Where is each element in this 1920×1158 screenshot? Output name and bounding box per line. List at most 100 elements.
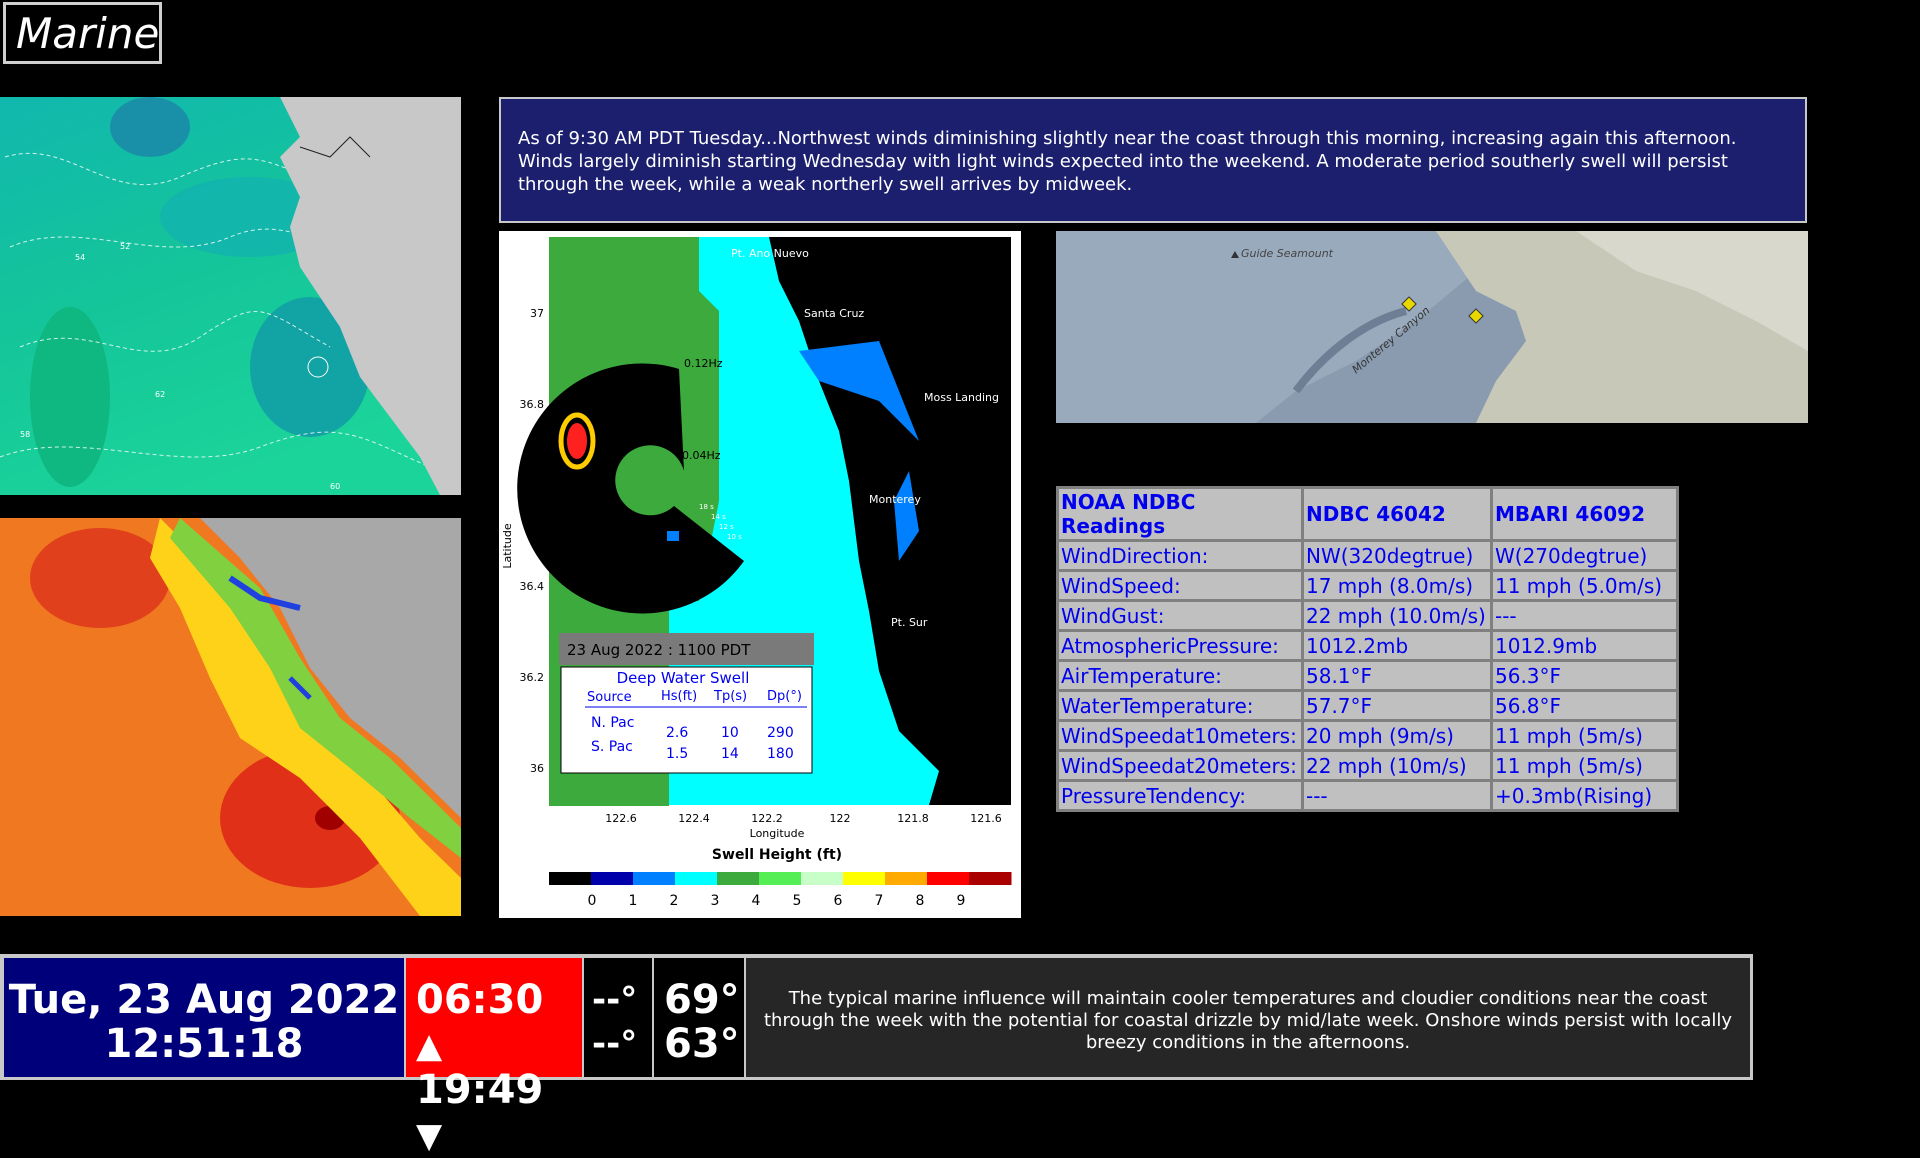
swell-col-header: Hs(ft) xyxy=(661,689,697,704)
table-cell: 56.3°F xyxy=(1493,662,1676,689)
colorbar-swatch xyxy=(801,872,844,885)
table-row: PressureTendency: --- +0.3mb(Rising) xyxy=(1059,782,1676,809)
table-cell: PressureTendency: xyxy=(1059,782,1301,809)
table-cell: 58.1°F xyxy=(1304,662,1490,689)
colorbar-swatch xyxy=(633,872,676,885)
table-cell: WindGust: xyxy=(1059,602,1301,629)
table-cell: AirTemperature: xyxy=(1059,662,1301,689)
monterey-bay-map: Guide Seamount Monterey Canyon xyxy=(1056,231,1808,423)
table-row: WindSpeed: 17 mph (8.0m/s) 11 mph (5.0m/… xyxy=(1059,572,1676,599)
table-cell: AtmosphericPressure: xyxy=(1059,632,1301,659)
swell-hs: 1.5 xyxy=(666,746,688,762)
colorbar-swatch xyxy=(927,872,970,885)
colorbar-swatch xyxy=(675,872,718,885)
place-label: Santa Cruz xyxy=(804,307,864,320)
table-row: WindDirection: NW(320degtrue) W(270degtr… xyxy=(1059,542,1676,569)
swell-hs: 2.6 xyxy=(666,725,688,741)
period-label: 18 s xyxy=(699,503,714,511)
table-cell: 56.8°F xyxy=(1493,692,1676,719)
sunset-time: 19:49 xyxy=(416,1067,544,1113)
lon-tick: 122 xyxy=(830,812,851,825)
current-time: 12:51:18 xyxy=(104,1021,304,1067)
swell-source: S. Pac xyxy=(591,739,633,755)
dewpoint-low: --° xyxy=(592,1024,638,1064)
table-cell: 57.7°F xyxy=(1304,692,1490,719)
table-cell: W(270degtrue) xyxy=(1493,542,1676,569)
colorbar-label: 0 xyxy=(588,893,597,909)
sst-contour-label: 62 xyxy=(155,390,165,399)
place-label: Pt. Ano Nuevo xyxy=(731,247,809,260)
table-cell: WindSpeedat10meters: xyxy=(1059,722,1301,749)
lon-tick: 121.8 xyxy=(897,812,929,825)
table-cell: 1012.2mb xyxy=(1304,632,1490,659)
table-cell: --- xyxy=(1493,602,1676,629)
lat-tick: 36.2 xyxy=(520,671,545,684)
discussion-text: As of 9:30 AM PDT Tuesday...Northwest wi… xyxy=(518,128,1737,195)
table-cell: WindDirection: xyxy=(1059,542,1301,569)
swell-source: N. Pac xyxy=(591,715,634,731)
colorbar-swatch xyxy=(549,872,592,885)
sst-contour-label: 58 xyxy=(20,430,30,439)
table-cell: --- xyxy=(1304,782,1490,809)
map-label: Guide Seamount xyxy=(1241,247,1334,260)
colorbar-swatch xyxy=(885,872,928,885)
table-cell: 22 mph (10.0m/s) xyxy=(1304,602,1490,629)
table-cell: WaterTemperature: xyxy=(1059,692,1301,719)
place-label: Pt. Sur xyxy=(891,616,928,629)
swell-chart: 0.12Hz 0.04Hz 18 s 14 s 12 s 10 s Pt. An… xyxy=(499,231,1021,918)
freq-label: 0.04Hz xyxy=(682,449,721,462)
table-row: WindSpeedat10meters: 20 mph (9m/s) 11 mp… xyxy=(1059,722,1676,749)
colorbar-swatch xyxy=(591,872,634,885)
temperature-low: 63° xyxy=(664,1021,740,1067)
lon-tick: 122.6 xyxy=(605,812,637,825)
table-cell: +0.3mb(Rising) xyxy=(1493,782,1676,809)
table-row: AirTemperature: 58.1°F 56.3°F xyxy=(1059,662,1676,689)
date-time-panel: Tue, 23 Aug 2022 12:51:18 xyxy=(4,958,404,1077)
table-cell: 20 mph (9m/s) xyxy=(1304,722,1490,749)
forecast-text: The typical marine influence will mainta… xyxy=(763,988,1733,1053)
swell-dp: 180 xyxy=(767,746,794,762)
lon-tick: 122.4 xyxy=(678,812,710,825)
temperature-high: 69° xyxy=(664,977,740,1023)
colorbar-label: 1 xyxy=(629,893,638,909)
swell-col-header: Dp(°) xyxy=(767,689,802,704)
lat-tick: 36.8 xyxy=(520,398,545,411)
swell-tp: 14 xyxy=(721,746,739,762)
footer-bar: Tue, 23 Aug 2022 12:51:18 06:30 ▲ 19:49 … xyxy=(0,954,1753,1156)
place-label: Moss Landing xyxy=(924,391,999,404)
forecast-summary: The typical marine influence will mainta… xyxy=(746,958,1750,1077)
page-title: Marine xyxy=(3,2,162,64)
sunrise-time: 06:30 xyxy=(416,977,544,1023)
x-axis-label: Longitude xyxy=(750,827,805,840)
table-cell: WindSpeedat20meters: xyxy=(1059,752,1301,779)
period-label: 12 s xyxy=(719,523,734,531)
lon-tick: 122.2 xyxy=(751,812,783,825)
freq-label: 0.12Hz xyxy=(684,357,723,370)
colorbar-swatch xyxy=(717,872,760,885)
lon-tick: 121.6 xyxy=(970,812,1002,825)
temperature-panel: 69° 63° xyxy=(654,958,744,1077)
table-row: WindGust: 22 mph (10.0m/s) --- xyxy=(1059,602,1676,629)
colorbar-swatch xyxy=(759,872,802,885)
colorbar-label: 8 xyxy=(916,893,925,909)
sst-contour-label: 54 xyxy=(75,253,85,262)
lat-tick: 36.6 xyxy=(520,489,545,502)
swell-col-header: Tp(s) xyxy=(713,689,747,704)
sea-temperature-map: 54 52 62 58 60 xyxy=(0,97,461,495)
table-row: WindSpeedat20meters: 22 mph (10m/s) 11 m… xyxy=(1059,752,1676,779)
colorbar-title: Swell Height (ft) xyxy=(712,847,842,863)
table-cell: 11 mph (5m/s) xyxy=(1493,722,1676,749)
table-cell: 11 mph (5.0m/s) xyxy=(1493,572,1676,599)
down-arrow-icon: ▼ xyxy=(416,1116,443,1156)
swell-dp: 290 xyxy=(767,725,794,741)
colorbar-label: 2 xyxy=(670,893,679,909)
marine-discussion: As of 9:30 AM PDT Tuesday...Northwest wi… xyxy=(499,97,1807,223)
table-row: AtmosphericPressure: 1012.2mb 1012.9mb xyxy=(1059,632,1676,659)
wind-forecast-map xyxy=(0,518,461,916)
colorbar-label: 9 xyxy=(957,893,966,909)
lat-tick: 36 xyxy=(530,762,544,775)
sst-contour-label: 52 xyxy=(120,242,130,251)
colorbar-label: 6 xyxy=(834,893,843,909)
colorbar-label: 5 xyxy=(793,893,802,909)
period-label: 10 s xyxy=(727,533,742,541)
